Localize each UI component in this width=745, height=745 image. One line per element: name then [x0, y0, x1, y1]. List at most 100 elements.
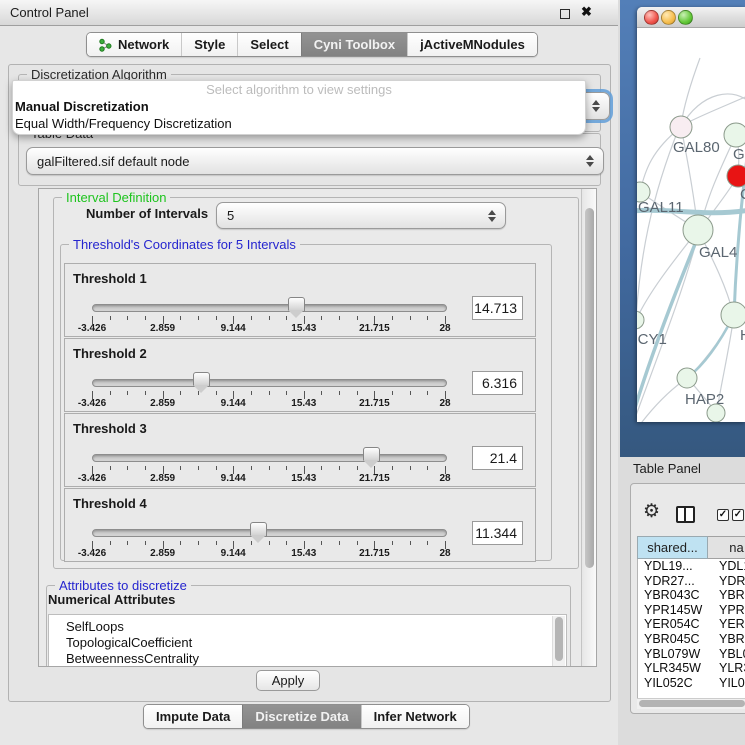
tab-impute-data[interactable]: Impute Data — [144, 705, 242, 728]
network-node-hap2[interactable] — [677, 368, 697, 388]
threshold-panel-1: Threshold 1-3.4262.8599.14415.4321.71528… — [64, 263, 536, 337]
attribute-item-topologicalcoefficient[interactable]: TopologicalCoefficient — [49, 635, 566, 651]
table-row[interactable]: YER054CYER0 — [638, 617, 745, 632]
scale-label: -3.426 — [78, 548, 106, 559]
scale-label: 28 — [439, 548, 450, 559]
scale-label: 21.715 — [359, 548, 390, 559]
tab-jactivemnodules[interactable]: jActiveMNodules — [407, 33, 537, 56]
table-hscrollbar[interactable] — [637, 698, 745, 709]
cell-name: YER0 — [719, 617, 745, 632]
column-header-shared-name[interactable]: shared... — [637, 536, 708, 559]
table-data-combobox[interactable]: galFiltered.sif default node — [26, 147, 604, 175]
table-row[interactable]: YDL19...YDL1 — [638, 559, 745, 574]
slider-track[interactable] — [92, 454, 447, 462]
tick-mark — [269, 466, 270, 470]
float-window-icon[interactable] — [560, 9, 570, 19]
threshold-value-field[interactable]: 11.344 — [472, 521, 523, 545]
tick-mark — [251, 466, 252, 470]
cell-name: YIL0 — [719, 676, 745, 691]
network-node-c[interactable] — [727, 165, 745, 187]
network-node-gal80[interactable] — [670, 116, 692, 138]
table-hscrollbar-thumb[interactable] — [639, 700, 745, 707]
table-body: YDL19...YDL1YDR27...YDR2YBR043CYBR0YPR14… — [637, 559, 745, 698]
checkbox-icon[interactable]: ✓ — [732, 509, 744, 521]
slider-thumb[interactable] — [363, 447, 380, 462]
table-data-value: galFiltered.sif default node — [37, 154, 189, 169]
network-edge — [637, 381, 683, 422]
table-row[interactable]: YBR043CYBR0 — [638, 588, 745, 603]
slider-thumb[interactable] — [250, 522, 267, 537]
tab-infer-network[interactable]: Infer Network — [361, 705, 469, 728]
slider-thumb[interactable] — [288, 297, 305, 312]
scale-label: 28 — [439, 398, 450, 409]
group-title: Attributes to discretize — [55, 578, 191, 593]
tab-discretize-data[interactable]: Discretize Data — [242, 705, 360, 728]
table-row[interactable]: YIL052CYIL0 — [638, 676, 745, 691]
tick-mark — [339, 391, 340, 395]
main-scrollbar[interactable] — [581, 189, 597, 666]
tick-mark — [145, 541, 146, 545]
numerical-attributes-list[interactable]: SelfLoopsTopologicalCoefficientBetweenne… — [48, 614, 567, 667]
network-canvas[interactable]: GAL80GCGAL11GAL4GCY1HHAP2 — [637, 28, 745, 422]
slider-thumb[interactable] — [193, 372, 210, 387]
close-traffic-light-icon[interactable] — [644, 10, 659, 25]
scale-label: 9.144 — [221, 548, 246, 559]
tab-label: Style — [194, 37, 225, 52]
network-view-frame: GAL80GCGAL11GAL4GCY1HHAP2 — [620, 0, 745, 457]
threshold-panel-3: Threshold 3-3.4262.8599.14415.4321.71528… — [64, 413, 536, 487]
table-row[interactable]: YBL079WYBL0 — [638, 647, 745, 662]
apply-button[interactable]: Apply — [256, 670, 320, 691]
slider-track[interactable] — [92, 379, 447, 387]
network-node-h[interactable] — [721, 302, 745, 328]
threshold-value-field[interactable]: 6.316 — [472, 371, 523, 395]
tab-cyni-toolbox[interactable]: Cyni Toolbox — [301, 33, 407, 56]
zoom-traffic-light-icon[interactable] — [678, 10, 693, 25]
tick-mark — [357, 391, 358, 395]
network-node-gcy1[interactable] — [637, 311, 644, 329]
column-header-name[interactable]: na — [708, 536, 745, 559]
scale-label: 15.43 — [291, 548, 316, 559]
group-title: Threshold's Coordinates for 5 Intervals — [69, 237, 300, 252]
screen: Control Panel ✖ NetworkStyleSelectCyni T… — [0, 0, 745, 745]
scale-label: 21.715 — [359, 398, 390, 409]
table-row[interactable]: YLR345WYLR3 — [638, 661, 745, 676]
slider-track[interactable] — [92, 529, 447, 537]
numerical-attributes-label: Numerical Attributes — [48, 592, 175, 607]
attribute-item-betweennesscentrality[interactable]: BetweennessCentrality — [49, 651, 566, 667]
tab-select[interactable]: Select — [237, 33, 300, 56]
table-row[interactable]: YBR045CYBR0 — [638, 632, 745, 647]
slider-track[interactable] — [92, 304, 447, 312]
scale-label: -3.426 — [78, 398, 106, 409]
minimize-traffic-light-icon[interactable] — [661, 10, 676, 25]
column-layout-icon[interactable] — [676, 506, 695, 523]
table-row[interactable]: YPR145WYPR1 — [638, 603, 745, 618]
network-node-g[interactable] — [724, 123, 745, 147]
scale-label: 15.43 — [291, 323, 316, 334]
threshold-value-field[interactable]: 21.4 — [472, 446, 523, 470]
attribute-item-selfloops[interactable]: SelfLoops — [49, 619, 566, 635]
list-scrollbar[interactable] — [552, 616, 565, 667]
number-of-intervals-combobox[interactable]: 5 — [216, 202, 506, 229]
network-node-gal4[interactable] — [683, 215, 713, 245]
list-scrollbar-thumb[interactable] — [555, 617, 563, 661]
main-scrollbar-thumb[interactable] — [585, 208, 594, 568]
tick-mark — [357, 466, 358, 470]
tab-network[interactable]: Network — [87, 33, 181, 56]
checkbox-icon[interactable]: ✓ — [717, 509, 729, 521]
dropdown-option-manual-discretization[interactable]: Manual Discretization — [13, 98, 585, 115]
tab-label: Impute Data — [156, 709, 230, 724]
dropdown-option-equal-width[interactable]: Equal Width/Frequency Discretization — [13, 115, 585, 132]
close-icon[interactable]: ✖ — [581, 4, 592, 20]
tick-mark — [269, 541, 270, 545]
tab-style[interactable]: Style — [181, 33, 237, 56]
table-row[interactable]: YDR27...YDR2 — [638, 574, 745, 589]
network-edge — [637, 128, 679, 318]
tick-mark — [145, 391, 146, 395]
scale-label: 28 — [439, 473, 450, 484]
scale-label: -3.426 — [78, 473, 106, 484]
network-node[interactable] — [707, 404, 725, 422]
cell-shared-name: YDR27... — [644, 574, 695, 589]
gear-icon[interactable]: ⚙ — [643, 502, 660, 521]
tick-mark — [127, 541, 128, 545]
threshold-value-field[interactable]: 14.713 — [472, 296, 523, 320]
